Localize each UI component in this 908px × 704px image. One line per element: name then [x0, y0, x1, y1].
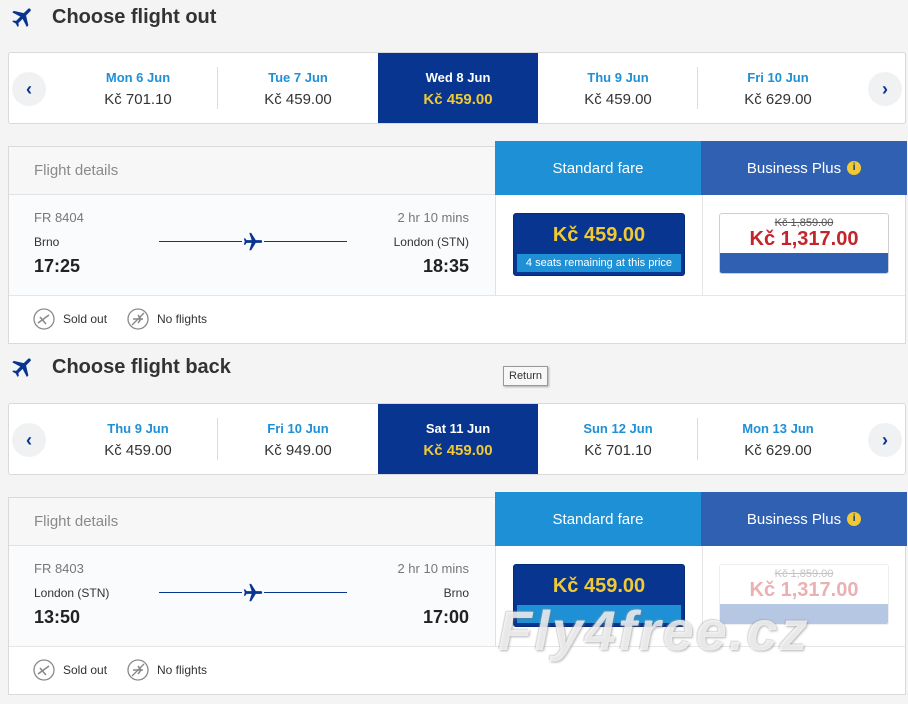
flight-info: FR 8404 2 hr 10 mins Brno London (STN) 1… [9, 195, 495, 295]
date-price: Kč 459.00 [423, 91, 493, 108]
standard-price: Kč 459.00 [552, 575, 646, 597]
legend-no-flights-label: No flights [157, 663, 208, 677]
origin: Brno [34, 235, 60, 249]
date-price: Kč 701.10 [584, 442, 652, 459]
legend-sold-out-label: Sold out [63, 663, 108, 677]
inbound-flight-card: Flight details Standard fare Business Pl… [8, 492, 907, 695]
no-flights-icon [127, 659, 149, 681]
legend-no-flights: No flights [127, 308, 207, 330]
business-plus-header: Business Plus i [701, 492, 907, 546]
chevron-right-icon[interactable]: › [868, 72, 902, 106]
origin: London (STN) [34, 586, 110, 600]
date-label: Fri 10 Jun [267, 421, 329, 436]
legend-sold-out: Sold out [33, 659, 107, 681]
date-option-selected[interactable]: Sat 11 Jun Kč 459.00 [378, 404, 538, 474]
flight-duration: 2 hr 10 mins [397, 561, 469, 576]
no-flights-icon [127, 308, 149, 330]
divider [702, 195, 703, 295]
arrival-time: 17:00 [422, 607, 469, 627]
date-option-selected[interactable]: Wed 8 Jun Kč 459.00 [378, 53, 538, 123]
destination: Brno [443, 586, 469, 600]
flight-duration: 2 hr 10 mins [397, 210, 469, 225]
legend: Sold out No flights [9, 295, 905, 343]
date-label: Mon 13 Jun [742, 421, 814, 436]
legend-no-flights-label: No flights [157, 312, 208, 326]
arrival-time: 18:35 [422, 256, 469, 276]
flight-details-label: Flight details [34, 162, 119, 179]
date-label: Fri 10 Jun [747, 70, 809, 85]
chevron-left-icon[interactable]: ‹ [12, 72, 46, 106]
business-plus-price-button[interactable]: Kč 1,859.00 Kč 1,317.00 [719, 213, 889, 274]
info-icon[interactable]: i [847, 512, 862, 526]
date-price: Kč 459.00 [104, 442, 172, 459]
flight-details-header: Flight details [9, 147, 495, 195]
legend-no-flights: No flights [127, 659, 207, 681]
date-price: Kč 701.10 [104, 91, 172, 108]
date-option[interactable]: Fri 10 Jun Kč 949.00 [218, 404, 378, 474]
standard-fare-price-button[interactable]: Kč 459.00 4 seats remaining at this pric… [513, 213, 685, 276]
date-option[interactable]: Mon 6 Jun Kč 701.10 [58, 53, 218, 123]
date-label: Thu 9 Jun [587, 70, 649, 85]
fare-options: Kč 459.00 4 seats remaining at this pric… [495, 195, 907, 295]
destination: London (STN) [393, 235, 469, 249]
seats-remaining-note: 4 seats remaining at this price [517, 254, 681, 272]
inbound-title-text: Choose flight back [52, 355, 231, 378]
chevron-right-icon[interactable]: › [868, 423, 902, 457]
date-price: Kč 459.00 [584, 91, 652, 108]
flight-details-header: Flight details [9, 498, 495, 546]
standard-fare-label: Standard fare [552, 510, 644, 528]
date-option[interactable]: Tue 7 Jun Kč 459.00 [218, 53, 378, 123]
legend-sold-out-label: Sold out [63, 312, 108, 326]
chevron-left-icon[interactable]: ‹ [12, 423, 46, 457]
business-price-bar [720, 253, 888, 273]
date-label: Tue 7 Jun [268, 70, 328, 85]
date-option[interactable]: Thu 9 Jun Kč 459.00 [538, 53, 698, 123]
date-price: Kč 459.00 [423, 442, 493, 459]
plane-icon [242, 231, 264, 253]
watermark: Fly4free.cz [498, 599, 810, 662]
date-label: Mon 6 Jun [105, 70, 171, 85]
standard-fare-header: Standard fare [495, 141, 701, 195]
departure-time: 17:25 [34, 256, 81, 276]
flight-details-label: Flight details [34, 513, 119, 530]
outbound-date-strip: ‹ Mon 6 Jun Kč 701.10 Tue 7 Jun Kč 459.0… [8, 52, 906, 124]
standard-fare-header: Standard fare [495, 492, 701, 546]
date-option[interactable]: Mon 13 Jun Kč 629.00 [698, 404, 858, 474]
sold-out-icon [33, 659, 55, 681]
date-label: Sat 11 Jun [425, 421, 491, 436]
date-label: Thu 9 Jun [107, 421, 169, 436]
flight-number: FR 8403 [34, 561, 84, 576]
standard-price: Kč 459.00 [552, 224, 646, 246]
outbound-title-text: Choose flight out [52, 5, 217, 28]
date-label: Wed 8 Jun [425, 70, 491, 85]
inbound-title: Choose flight back [10, 350, 231, 384]
plane-icon [242, 582, 264, 604]
info-icon[interactable]: i [847, 161, 862, 175]
business-plus-label: Business Plus [746, 510, 842, 528]
date-option[interactable]: Fri 10 Jun Kč 629.00 [698, 53, 858, 123]
date-price: Kč 629.00 [744, 91, 812, 108]
date-label: Sun 12 Jun [583, 421, 653, 436]
date-option[interactable]: Sun 12 Jun Kč 701.10 [538, 404, 698, 474]
date-price: Kč 459.00 [264, 91, 332, 108]
business-plus-header: Business Plus i [701, 141, 907, 195]
flight-info: FR 8403 2 hr 10 mins London (STN) Brno 1… [9, 546, 495, 646]
date-price: Kč 629.00 [744, 442, 812, 459]
plane-icon [12, 358, 31, 377]
departure-time: 13:50 [34, 607, 81, 627]
plane-icon [12, 8, 31, 27]
sold-out-icon [33, 308, 55, 330]
tooltip: Return [503, 366, 549, 386]
outbound-flight-card: Flight details Standard fare Business Pl… [8, 141, 907, 344]
outbound-title: Choose flight out [10, 0, 216, 34]
date-price: Kč 949.00 [264, 442, 332, 459]
business-plus-label: Business Plus [746, 159, 842, 177]
legend-sold-out: Sold out [33, 308, 107, 330]
date-option[interactable]: Thu 9 Jun Kč 459.00 [58, 404, 218, 474]
flight-number: FR 8404 [34, 210, 84, 225]
inbound-date-strip: ‹ Thu 9 Jun Kč 459.00 Fri 10 Jun Kč 949.… [8, 403, 906, 475]
standard-fare-label: Standard fare [552, 159, 644, 177]
business-price: Kč 1,317.00 [749, 228, 859, 250]
